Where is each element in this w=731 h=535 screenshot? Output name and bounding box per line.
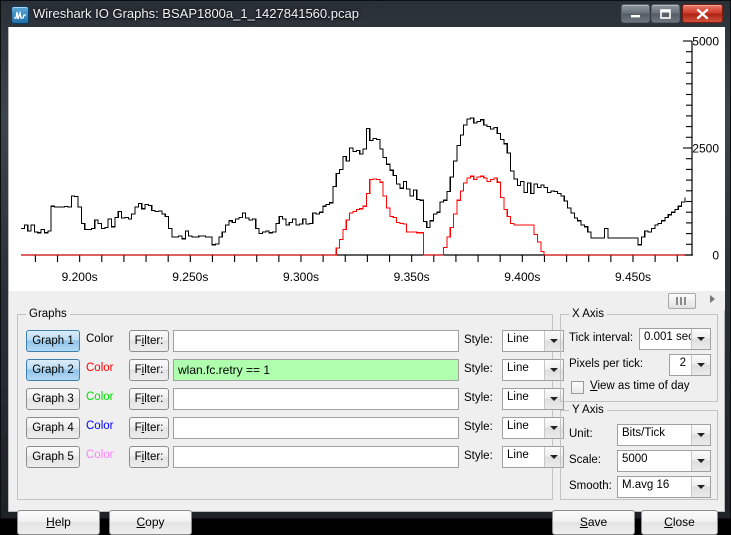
- plot-tick-labels: 0 2500 5000 9.200s 9.250s 9.300s 9.350s 9.400s 9…: [62, 35, 720, 285]
- copy-button[interactable]: Copy: [109, 510, 192, 535]
- graph-2-color-label[interactable]: Color: [86, 362, 113, 374]
- graph-2-filter-button[interactable]: Filter:: [129, 359, 169, 381]
- maximize-button[interactable]: [651, 4, 680, 23]
- graph-3-style-combo[interactable]: Line: [502, 388, 564, 410]
- io-graph-plot[interactable]: 0 2500 5000 9.200s 9.250s 9.300s 9.350s 9.400s 9…: [9, 27, 725, 291]
- scale-value: 5000: [622, 453, 648, 465]
- plot-splitter[interactable]: [9, 291, 725, 310]
- y-axis-group-legend: Y Axis: [569, 404, 607, 416]
- chevron-down-icon[interactable]: [691, 477, 710, 497]
- plot-axes: [21, 40, 693, 262]
- smooth-label: Smooth:: [569, 480, 612, 492]
- graph-4-filter-input[interactable]: [173, 417, 459, 439]
- chevron-down-icon[interactable]: [691, 451, 710, 471]
- graph-1-filter-button[interactable]: Filter:: [129, 330, 169, 352]
- graph-1-color-label[interactable]: Color: [86, 333, 113, 345]
- unit-combo[interactable]: Bits/Tick: [617, 424, 711, 446]
- graph-4-style-combo[interactable]: Line: [502, 417, 564, 439]
- series-1-line: [21, 117, 686, 246]
- svg-text:2500: 2500: [692, 142, 719, 156]
- y-axis-group: Y Axis Unit: Bits/Tick Scale: 5000 Smoot…: [560, 404, 718, 500]
- graph-1-style-combo[interactable]: Line: [502, 330, 564, 352]
- help-button[interactable]: Help: [17, 510, 100, 535]
- scale-combo[interactable]: 5000: [617, 450, 711, 472]
- svg-text:9.350s: 9.350s: [394, 270, 430, 284]
- graph-2-toggle-button[interactable]: Graph 2: [26, 359, 80, 381]
- graph-1-toggle-button[interactable]: Graph 1: [26, 330, 80, 352]
- graph-3-toggle-button[interactable]: Graph 3: [26, 388, 80, 410]
- plot-series: [21, 117, 686, 256]
- svg-text:9.400s: 9.400s: [504, 270, 540, 284]
- graph-3-style-value: Line: [507, 391, 529, 403]
- io-graph-svg: 0 2500 5000 9.200s 9.250s 9.300s 9.350s 9.400s 9…: [21, 35, 720, 285]
- pixels-per-tick-combo[interactable]: 2: [669, 354, 711, 376]
- dialog-client-area: 0 2500 5000 9.200s 9.250s 9.300s 9.350s 9.400s 9…: [8, 27, 725, 535]
- series-2-line: [21, 175, 685, 256]
- smooth-value: M.avg 16: [622, 479, 670, 491]
- graph-5-filter-input[interactable]: [173, 446, 459, 468]
- svg-text:9.200s: 9.200s: [62, 270, 98, 284]
- title-bar: Wireshark IO Graphs: BSAP1800a_1_1427841…: [1, 1, 731, 27]
- graph-3-color-label[interactable]: Color: [86, 391, 113, 403]
- save-button[interactable]: Save: [552, 510, 635, 535]
- graph-1-style-label: Style:: [464, 334, 493, 346]
- scale-label: Scale:: [569, 454, 601, 466]
- smooth-combo[interactable]: M.avg 16: [617, 476, 711, 498]
- pixels-per-tick-label: Pixels per tick:: [569, 358, 644, 370]
- graph-5-style-combo[interactable]: Line: [502, 446, 564, 468]
- graphs-group-legend: Graphs: [26, 308, 70, 320]
- svg-text:9.300s: 9.300s: [283, 270, 319, 284]
- view-as-time-of-day-checkbox[interactable]: [571, 381, 584, 394]
- wireshark-icon: [11, 6, 29, 24]
- wireshark-io-graphs-window: Wireshark IO Graphs: BSAP1800a_1_1427841…: [0, 0, 731, 535]
- graph-2-style-combo[interactable]: Line: [502, 359, 564, 381]
- graph-4-color-label[interactable]: Color: [86, 420, 113, 432]
- svg-text:9.250s: 9.250s: [172, 270, 208, 284]
- graph-1-style-value: Line: [507, 333, 529, 345]
- view-as-time-of-day-label[interactable]: View as time of day: [590, 380, 690, 392]
- graph-4-toggle-button[interactable]: Graph 4: [26, 417, 80, 439]
- graph-4-filter-button[interactable]: Filter:: [129, 417, 169, 439]
- chevron-down-icon[interactable]: [691, 329, 710, 349]
- tick-interval-label: Tick interval:: [569, 332, 634, 344]
- unit-label: Unit:: [569, 428, 593, 440]
- x-axis-group-legend: X Axis: [569, 308, 607, 320]
- graph-1-filter-input[interactable]: [173, 330, 459, 352]
- graph-4-style-label: Style:: [464, 421, 493, 433]
- chevron-down-icon[interactable]: [691, 355, 710, 375]
- graph-2-style-value: Line: [507, 362, 529, 374]
- tick-interval-value: 0.001 sec: [644, 331, 694, 343]
- chevron-down-icon[interactable]: [691, 425, 710, 445]
- window-title: Wireshark IO Graphs: BSAP1800a_1_1427841…: [33, 6, 359, 21]
- graph-2-filter-input[interactable]: [173, 359, 459, 381]
- unit-value: Bits/Tick: [622, 427, 666, 439]
- graph-5-style-value: Line: [507, 449, 529, 461]
- graph-3-filter-button[interactable]: Filter:: [129, 388, 169, 410]
- graph-4-style-value: Line: [507, 420, 529, 432]
- graph-5-filter-button[interactable]: Filter:: [129, 446, 169, 468]
- minimize-button[interactable]: [621, 4, 650, 23]
- svg-text:9.450s: 9.450s: [615, 270, 651, 284]
- graph-5-toggle-button[interactable]: Graph 5: [26, 446, 80, 468]
- graph-5-style-label: Style:: [464, 450, 493, 462]
- graph-3-style-label: Style:: [464, 392, 493, 404]
- svg-text:0: 0: [712, 249, 719, 263]
- splitter-arrow-icon[interactable]: [710, 295, 715, 303]
- pixels-per-tick-value: 2: [679, 357, 686, 369]
- graph-2-style-label: Style:: [464, 363, 493, 375]
- close-button[interactable]: [682, 4, 723, 23]
- close-dialog-button[interactable]: Close: [641, 510, 718, 535]
- graph-5-color-label[interactable]: Color: [86, 449, 113, 461]
- svg-text:5000: 5000: [692, 35, 719, 49]
- splitter-grip[interactable]: [668, 293, 696, 309]
- graph-3-filter-input[interactable]: [173, 388, 459, 410]
- tick-interval-combo[interactable]: 0.001 sec: [639, 328, 711, 350]
- graphs-group: Graphs Graph 1 Color Filter: Style: Line…: [17, 308, 564, 500]
- x-axis-group: X Axis Tick interval: 0.001 sec Pixels p…: [560, 308, 718, 402]
